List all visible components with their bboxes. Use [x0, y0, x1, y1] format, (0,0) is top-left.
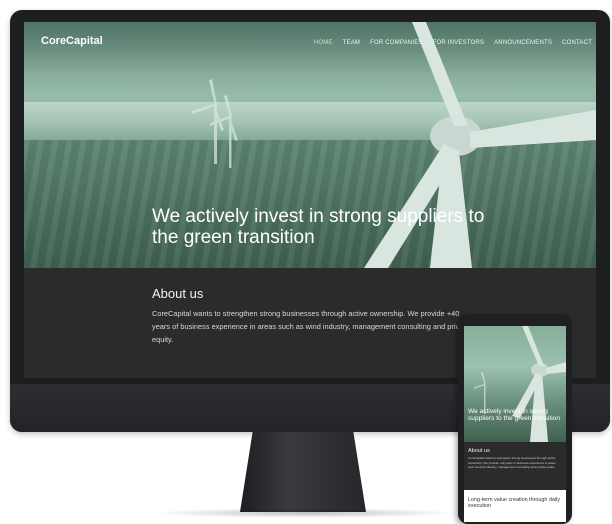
phone-tagline-section: Long-term value creation through daily e… — [464, 490, 566, 522]
nav-item-for-companies[interactable]: FOR COMPANIES — [370, 40, 423, 46]
about-heading: About us — [152, 286, 204, 301]
phone-about-heading: About us — [468, 448, 490, 454]
phone-tagline: Long-term value creation through daily e… — [468, 497, 560, 510]
hero-title: We actively invest in strong suppliers t… — [152, 206, 485, 248]
phone-about-text: CoreCapital wants to strengthen strong b… — [468, 456, 556, 470]
monitor-stand — [240, 432, 366, 512]
phone-hero-section: We actively invest in strong suppliers t… — [464, 326, 566, 442]
hero-section: CoreCapital HOME TEAM FOR COMPANIES FOR … — [24, 22, 596, 268]
brand-logo[interactable]: CoreCapital — [41, 35, 103, 47]
phone-about-section: About us CoreCapital wants to strengthen… — [468, 448, 562, 470]
phone-screen: We actively invest in strong suppliers t… — [464, 326, 566, 522]
about-section: About us CoreCapital wants to strengthen… — [152, 286, 472, 347]
mobile-phone: We actively invest in strong suppliers t… — [458, 314, 572, 524]
about-text: CoreCapital wants to strengthen strong b… — [152, 309, 470, 345]
phone-hero-title: We actively invest in strong suppliers t… — [468, 408, 561, 423]
nav-item-team[interactable]: TEAM — [343, 40, 360, 46]
top-navigation: CoreCapital HOME TEAM FOR COMPANIES FOR … — [24, 22, 596, 62]
nav-item-announcements[interactable]: ANNOUNCEMENTS — [494, 40, 552, 46]
stand-shadow — [150, 508, 460, 518]
nav-item-for-investors[interactable]: FOR INVESTORS — [433, 40, 485, 46]
nav-item-contact[interactable]: CONTACT — [562, 40, 592, 46]
nav-menu: HOME TEAM FOR COMPANIES FOR INVESTORS AN… — [314, 40, 592, 46]
phone-wind-turbine-image — [474, 326, 566, 442]
nav-item-home[interactable]: HOME — [314, 40, 333, 46]
